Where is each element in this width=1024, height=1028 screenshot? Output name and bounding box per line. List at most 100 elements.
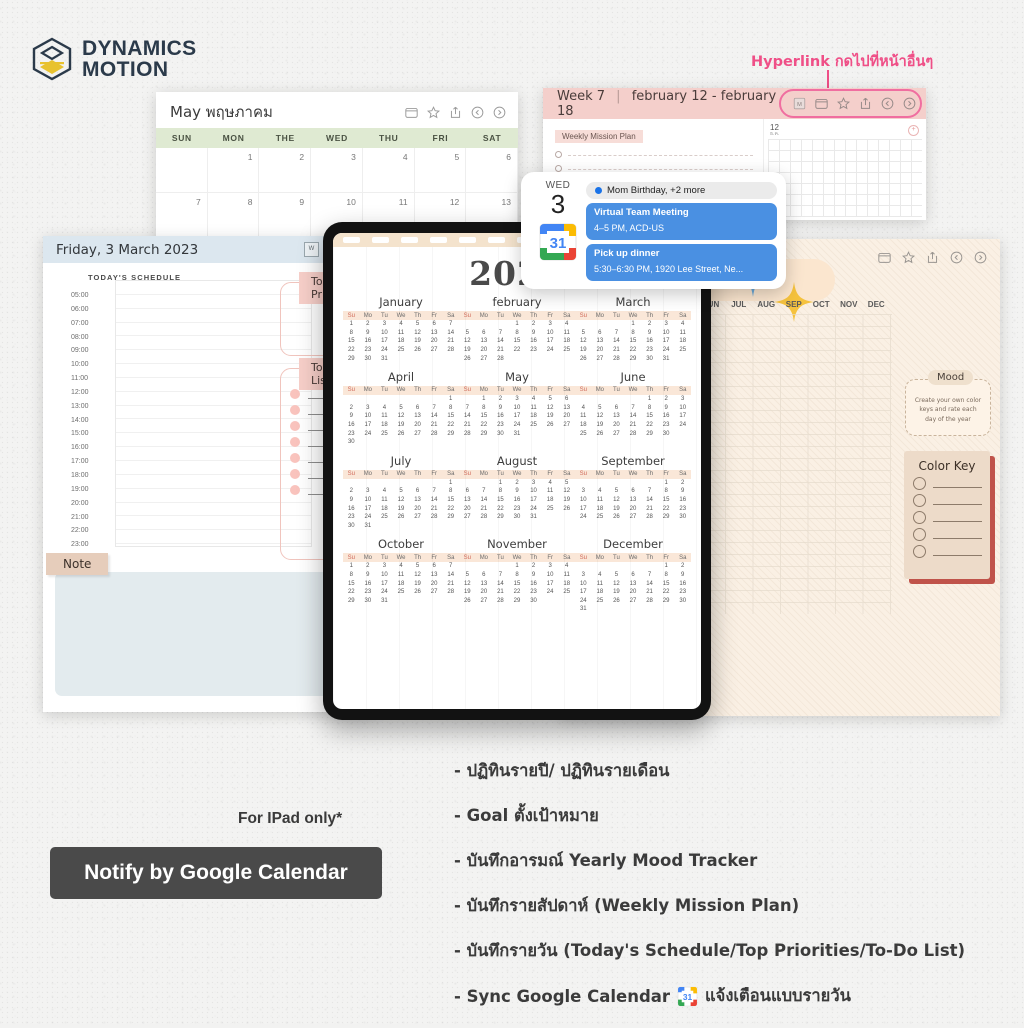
mini-day-cell[interactable]: 16: [674, 579, 691, 588]
mini-day-cell[interactable]: 7: [442, 562, 459, 571]
mini-day-cell[interactable]: 7: [426, 404, 443, 413]
mini-day-cell[interactable]: 3: [674, 395, 691, 404]
mini-day-cell[interactable]: 26: [393, 513, 410, 522]
mini-day-cell[interactable]: 26: [592, 429, 609, 438]
mini-day-cell[interactable]: 21: [426, 504, 443, 513]
next-icon[interactable]: [493, 106, 506, 119]
mini-day-cell[interactable]: 23: [525, 346, 542, 355]
mini-day-cell[interactable]: 5: [558, 479, 575, 488]
mission-row[interactable]: [555, 151, 753, 158]
mini-day-cell[interactable]: 6: [409, 487, 426, 496]
mini-day-cell[interactable]: 7: [442, 320, 459, 329]
mini-day-cell[interactable]: 3: [575, 571, 592, 580]
mini-day-cell[interactable]: 16: [360, 579, 377, 588]
mini-day-cell[interactable]: 11: [674, 329, 691, 338]
mini-day-cell[interactable]: 18: [592, 504, 609, 513]
widget-summary-pill[interactable]: Mom Birthday, +2 more: [586, 182, 777, 199]
star-icon[interactable]: [427, 105, 440, 119]
todo-bullet[interactable]: [290, 469, 300, 479]
mini-day-cell[interactable]: 15: [343, 579, 360, 588]
mini-day-cell[interactable]: 27: [625, 596, 642, 605]
mini-day-cell[interactable]: 14: [492, 337, 509, 346]
mini-day-cell[interactable]: 29: [641, 429, 658, 438]
mini-day-cell[interactable]: 16: [343, 421, 360, 430]
mini-day-cell[interactable]: 6: [409, 404, 426, 413]
mini-day-cell[interactable]: 3: [658, 320, 675, 329]
mini-day-cell[interactable]: 20: [625, 588, 642, 597]
mini-day-cell[interactable]: 6: [459, 487, 476, 496]
mini-day-cell[interactable]: 9: [641, 329, 658, 338]
mini-day-cell[interactable]: 26: [409, 346, 426, 355]
todo-bullet[interactable]: [290, 485, 300, 495]
mini-day-cell[interactable]: 17: [509, 412, 526, 421]
mini-day-grid[interactable]: 1 2 3 4 5 6 7 8 9 10 11 12 13 14 15 16 17 18 19 20 21 22 23 24 2…: [575, 562, 691, 614]
color-key-box[interactable]: Color Key: [904, 451, 990, 579]
mini-day-cell[interactable]: 6: [476, 571, 493, 580]
mini-day-cell[interactable]: 4: [525, 395, 542, 404]
mini-day-cell[interactable]: 15: [509, 337, 526, 346]
mini-day-cell[interactable]: 20: [592, 346, 609, 355]
mini-day-cell[interactable]: 30: [658, 429, 675, 438]
mini-day-cell[interactable]: 5: [608, 571, 625, 580]
mini-day-cell[interactable]: 25: [376, 513, 393, 522]
mini-day-cell[interactable]: 27: [592, 354, 609, 363]
mini-day-cell[interactable]: 19: [409, 337, 426, 346]
mini-day-cell[interactable]: 18: [674, 337, 691, 346]
mini-day-cell[interactable]: 2: [360, 562, 377, 571]
todo-bullet[interactable]: [290, 437, 300, 447]
mini-day-cell[interactable]: 2: [525, 562, 542, 571]
mini-day-cell[interactable]: 14: [641, 579, 658, 588]
mini-day-cell[interactable]: 29: [492, 513, 509, 522]
schedule-hour-row[interactable]: [116, 350, 311, 365]
mini-day-cell[interactable]: 27: [476, 596, 493, 605]
mini-day-cell[interactable]: 13: [476, 337, 493, 346]
mini-day-cell[interactable]: 15: [658, 496, 675, 505]
mini-day-cell[interactable]: 19: [592, 421, 609, 430]
mini-day-cell[interactable]: 6: [426, 320, 443, 329]
mini-day-cell[interactable]: 15: [641, 412, 658, 421]
mini-day-cell[interactable]: 20: [625, 504, 642, 513]
mini-day-cell[interactable]: 12: [409, 329, 426, 338]
mini-day-cell[interactable]: 29: [442, 513, 459, 522]
mini-day-cell[interactable]: 2: [658, 395, 675, 404]
mini-day-cell[interactable]: 26: [459, 354, 476, 363]
mini-day-cell[interactable]: 25: [575, 429, 592, 438]
mini-day-cell[interactable]: 31: [376, 596, 393, 605]
mini-day-grid[interactable]: 1 2 3 4 5 6 7 8 9 10 11 12 13 14 15 16 17 18 19 20 21 22 23 24 2…: [459, 479, 575, 522]
mini-day-cell[interactable]: 13: [409, 412, 426, 421]
mini-day-cell[interactable]: 13: [558, 404, 575, 413]
day-cell[interactable]: 4: [362, 148, 415, 193]
mini-day-cell[interactable]: 23: [360, 588, 377, 597]
mini-day-cell[interactable]: 10: [575, 496, 592, 505]
mini-day-cell[interactable]: 13: [409, 496, 426, 505]
mini-day-cell[interactable]: 12: [608, 579, 625, 588]
mini-day-cell[interactable]: 11: [376, 412, 393, 421]
mini-day-cell[interactable]: 2: [674, 562, 691, 571]
mini-day-cell[interactable]: 16: [509, 496, 526, 505]
mini-day-cell[interactable]: 29: [658, 596, 675, 605]
mini-day-cell[interactable]: 22: [509, 588, 526, 597]
mini-day-cell[interactable]: 7: [608, 329, 625, 338]
mini-day-cell[interactable]: 13: [592, 337, 609, 346]
mission-bullet[interactable]: [555, 151, 562, 158]
mini-day-cell[interactable]: 8: [492, 487, 509, 496]
mini-day-cell[interactable]: 5: [575, 329, 592, 338]
week-view-button[interactable]: W: [304, 242, 319, 257]
day-cell[interactable]: 2: [259, 148, 312, 193]
mini-day-cell[interactable]: 31: [575, 605, 592, 614]
mini-day-cell[interactable]: 31: [360, 522, 377, 531]
mini-day-cell[interactable]: 2: [343, 487, 360, 496]
mini-day-cell[interactable]: 24: [575, 513, 592, 522]
mini-day-cell[interactable]: 11: [542, 487, 559, 496]
mini-day-cell[interactable]: 22: [492, 504, 509, 513]
todo-bullet[interactable]: [290, 405, 300, 415]
google-calendar-icon[interactable]: 31: [538, 222, 578, 262]
mini-day-cell[interactable]: 1: [641, 395, 658, 404]
mini-day-cell[interactable]: 24: [509, 421, 526, 430]
mini-day-cell[interactable]: 3: [360, 404, 377, 413]
mini-day-cell[interactable]: 3: [376, 320, 393, 329]
calendar-event[interactable]: Virtual Team Meeting 4–5 PM, ACD-US: [586, 203, 777, 240]
mini-day-cell[interactable]: 29: [343, 596, 360, 605]
mini-day-cell[interactable]: 30: [360, 596, 377, 605]
mini-day-cell[interactable]: 13: [459, 496, 476, 505]
